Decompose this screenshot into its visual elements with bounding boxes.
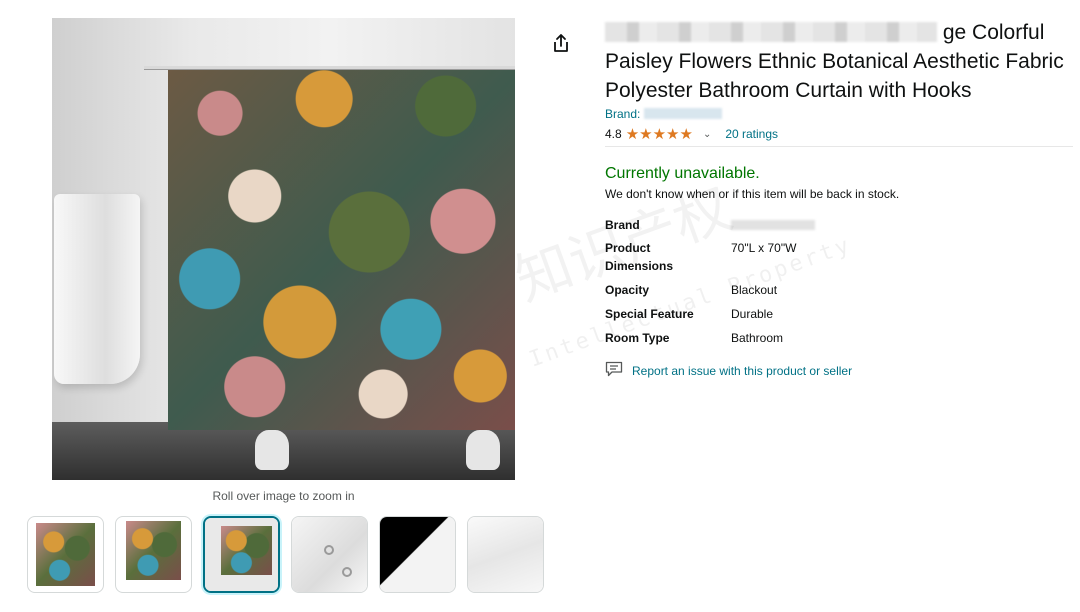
- spec-value: Durable: [731, 307, 774, 321]
- rating-row: 4.8 ★★★★★ ⌄ 20 ratings: [605, 125, 778, 143]
- thumbnail-strip: [27, 516, 544, 593]
- tub-foot: [255, 430, 289, 470]
- spec-label: Special Feature: [605, 307, 694, 321]
- spec-label: Opacity: [605, 283, 650, 297]
- spec-label: Product Dimensions: [605, 241, 674, 273]
- spec-value: Blackout: [731, 283, 778, 297]
- title-redacted: [605, 22, 937, 42]
- thumbnail-6[interactable]: [467, 516, 544, 593]
- chevron-down-icon[interactable]: ⌄: [703, 129, 711, 140]
- brand-link[interactable]: Brand:: [605, 107, 722, 121]
- availability-status: Currently unavailable.: [605, 165, 760, 182]
- product-title: ge Colorful Paisley Flowers Ethnic Botan…: [605, 18, 1073, 105]
- report-icon: [605, 361, 623, 380]
- spec-value: [731, 216, 815, 235]
- brand-label: Brand:: [605, 107, 641, 121]
- spec-value: 70"L x 70"W: [731, 241, 797, 255]
- zoom-hint: Roll over image to zoom in: [212, 489, 355, 503]
- brand-value-redacted: [731, 220, 815, 230]
- share-icon[interactable]: [550, 32, 572, 54]
- ratings-count-link[interactable]: 20 ratings: [725, 127, 778, 141]
- availability-note: We don't know when or if this item will …: [605, 187, 900, 201]
- report-issue-link[interactable]: Report an issue with this product or sel…: [605, 361, 852, 380]
- report-issue-label: Report an issue with this product or sel…: [632, 363, 853, 378]
- thumbnail-3-selected[interactable]: [203, 516, 280, 593]
- star-rating-icon[interactable]: ★★★★★: [626, 125, 693, 143]
- spec-label: Room Type: [605, 331, 670, 345]
- thumbnail-2[interactable]: [115, 516, 192, 593]
- spec-label: Brand: [605, 218, 640, 232]
- brand-redacted: [643, 108, 722, 119]
- floral-shower-curtain: [168, 70, 515, 430]
- rating-value: 4.8: [605, 127, 622, 141]
- main-product-image[interactable]: [52, 18, 515, 480]
- thumbnail-1[interactable]: [27, 516, 104, 593]
- divider: [605, 146, 1073, 147]
- spec-value: Bathroom: [731, 331, 784, 345]
- thumbnail-4[interactable]: [291, 516, 368, 593]
- tub-foot: [466, 430, 500, 470]
- thumbnail-5[interactable]: [379, 516, 456, 593]
- hanging-towel: [54, 194, 140, 384]
